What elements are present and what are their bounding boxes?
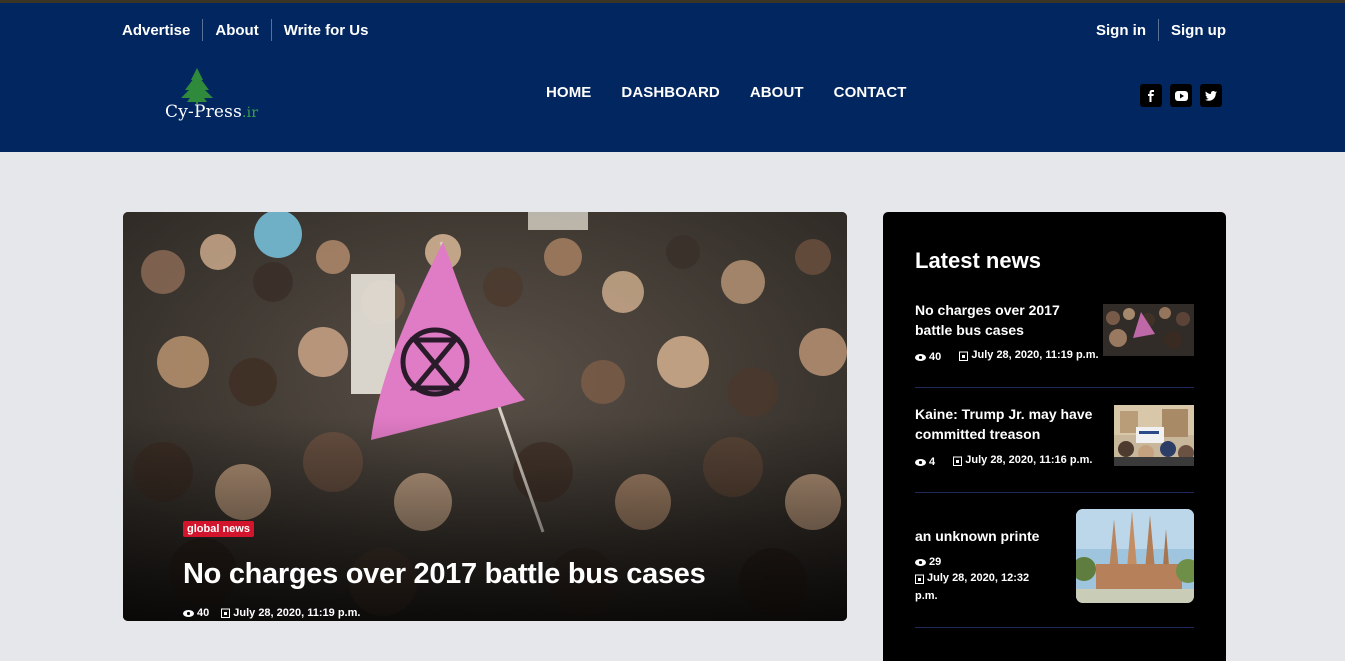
tree-icon	[181, 68, 213, 104]
eye-icon	[915, 559, 926, 566]
logo-name: Cy-Press	[165, 102, 243, 122]
divider	[1158, 19, 1159, 41]
calendar-icon	[959, 351, 969, 361]
social-links	[1132, 84, 1222, 107]
views-count: 4	[915, 455, 935, 470]
date-value: July 28, 2020, 12:32	[927, 572, 1030, 584]
sign-up-link[interactable]: Sign up	[1171, 22, 1226, 39]
sign-in-link[interactable]: Sign in	[1096, 22, 1146, 39]
eye-icon	[915, 353, 926, 361]
nav-contact[interactable]: CONTACT	[834, 84, 907, 101]
views-value: 29	[929, 556, 942, 568]
facebook-icon[interactable]	[1140, 84, 1162, 107]
featured-meta: 40 July 28, 2020, 11:19 p.m.	[183, 607, 360, 619]
news-title-line: committed treason	[915, 426, 1041, 442]
date-value: July 28, 2020, 11:19 p.m.	[971, 349, 1099, 361]
about-link[interactable]: About	[215, 22, 258, 39]
nav-dashboard[interactable]: DASHBOARD	[621, 84, 719, 101]
logo-text: Cy-Press.ir	[165, 102, 258, 122]
news-item[interactable]: No charges over 2017 battle bus cases 40…	[915, 298, 1194, 388]
date: July 28, 2020, 11:19 p.m.	[959, 348, 1099, 363]
twitter-icon[interactable]	[1200, 84, 1222, 107]
featured-title[interactable]: No charges over 2017 battle bus cases	[183, 558, 706, 591]
featured-article[interactable]: global news No charges over 2017 battle …	[123, 212, 847, 621]
sidebar-title: Latest news	[915, 248, 1041, 273]
views-value: 4	[929, 455, 936, 468]
news-meta: 40 July 28, 2020, 11:19 p.m.	[915, 348, 1099, 366]
news-title-line: No charges over 2017	[915, 302, 1060, 318]
auth-links: Sign in Sign up	[1096, 18, 1226, 42]
views-value: 40	[929, 350, 942, 363]
views-count: 40	[915, 350, 941, 365]
news-title[interactable]: an unknown printe	[915, 526, 1039, 546]
eye-icon	[915, 458, 926, 466]
main-nav: HOME DASHBOARD ABOUT CONTACT	[546, 84, 937, 101]
advertise-link[interactable]: Advertise	[122, 22, 190, 39]
date-value-continued: p.m.	[915, 589, 938, 602]
latest-news-sidebar: Latest news No charges over 2017 battle …	[883, 212, 1226, 661]
news-title-line: battle bus cases	[915, 322, 1024, 338]
calendar-icon	[953, 456, 963, 466]
date-value: July 28, 2020, 11:19 p.m.	[233, 607, 361, 619]
youtube-icon[interactable]	[1170, 84, 1192, 107]
calendar-icon	[915, 574, 924, 584]
logo-suffix: .ir	[242, 105, 259, 121]
news-thumbnail[interactable]	[1076, 509, 1194, 603]
date-value: July 28, 2020, 11:16 p.m.	[965, 454, 1093, 466]
news-title[interactable]: Kaine: Trump Jr. may have committed trea…	[915, 404, 1092, 444]
views-count: 29	[915, 555, 941, 570]
views-count: 40	[183, 607, 209, 619]
views-value: 40	[197, 607, 210, 619]
category-badge[interactable]: global news	[183, 521, 254, 537]
site-logo[interactable]: Cy-Press.ir	[165, 66, 285, 126]
nav-home[interactable]: HOME	[546, 84, 591, 101]
news-meta: 29 July 28, 2020, 12:32 p.m.	[915, 555, 1065, 604]
eye-icon	[183, 609, 194, 617]
nav-about[interactable]: ABOUT	[750, 84, 804, 101]
divider	[270, 19, 272, 41]
divider	[202, 19, 204, 41]
date: July 28, 2020, 12:32	[915, 571, 1029, 586]
top-links: Advertise About Write for Us	[122, 18, 368, 42]
news-title-line: an unknown printe	[915, 528, 1040, 544]
news-meta: 4 July 28, 2020, 11:16 p.m.	[915, 453, 1092, 471]
write-for-us-link[interactable]: Write for Us	[284, 22, 369, 39]
news-title[interactable]: No charges over 2017 battle bus cases	[915, 300, 1060, 340]
news-thumbnail[interactable]	[1103, 304, 1194, 356]
calendar-icon	[221, 608, 231, 618]
date: July 28, 2020, 11:19 p.m.	[221, 607, 360, 619]
date: July 28, 2020, 11:16 p.m.	[953, 453, 1092, 468]
news-title-line: Kaine: Trump Jr. may have	[915, 406, 1093, 422]
news-item[interactable]: Kaine: Trump Jr. may have committed trea…	[915, 388, 1194, 493]
news-thumbnail[interactable]	[1114, 405, 1194, 466]
news-item[interactable]: an unknown printe 29 July 28, 2020, 12:3…	[915, 493, 1194, 628]
